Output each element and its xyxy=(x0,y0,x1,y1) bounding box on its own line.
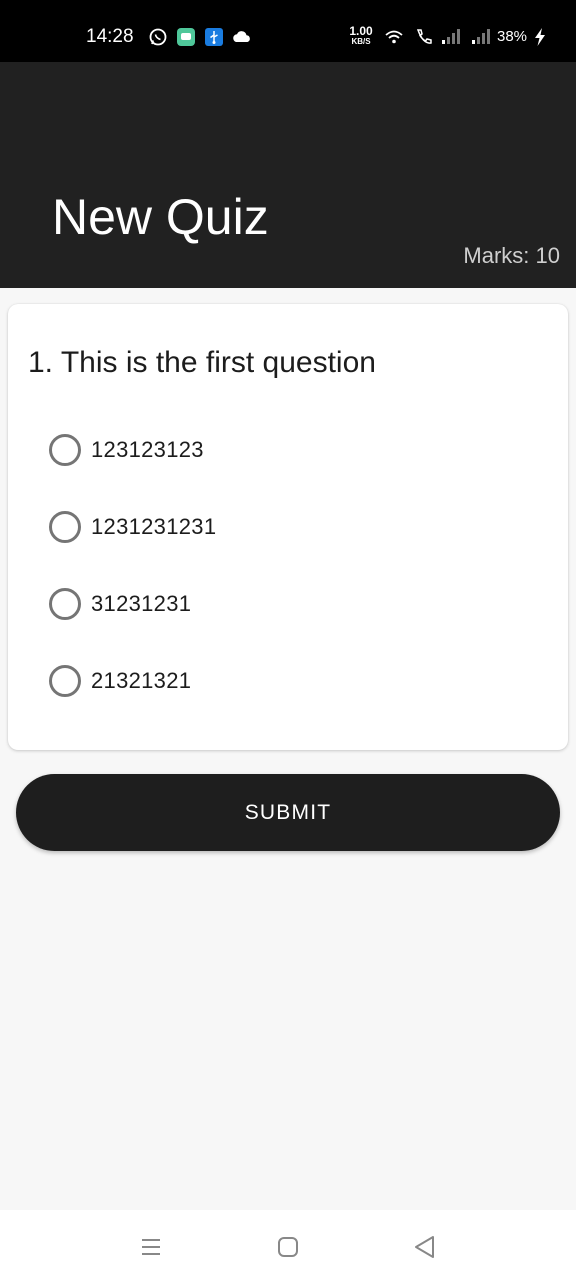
option-label: 21321321 xyxy=(91,668,192,693)
network-speed-value: 1.00 xyxy=(349,24,373,38)
network-speed-unit: KB/S xyxy=(351,37,371,46)
answer-option-2[interactable]: 1231231231 xyxy=(49,507,529,547)
option-label: 1231231231 xyxy=(91,514,217,539)
app-bar: New Quiz Marks: 10 xyxy=(0,62,576,288)
marks-label: Marks: 10 xyxy=(463,243,560,268)
option-label: 123123123 xyxy=(91,437,204,462)
radio-button[interactable] xyxy=(49,434,81,466)
home-icon[interactable] xyxy=(273,1232,303,1262)
answer-option-1[interactable]: 123123123 xyxy=(49,430,529,470)
battery-percentage: 38% xyxy=(497,28,528,45)
status-bar: 14:28 1.00 KB/S 38% xyxy=(0,0,576,62)
usb-icon xyxy=(204,27,224,47)
whatsapp-icon xyxy=(148,27,168,47)
network-speed: 1.00 KB/S xyxy=(346,24,376,47)
answer-option-4[interactable]: 21321321 xyxy=(49,661,529,701)
wifi-icon xyxy=(384,27,404,47)
signal-icon xyxy=(470,27,490,47)
recents-icon[interactable] xyxy=(136,1232,166,1262)
charging-icon xyxy=(530,27,550,47)
signal-icon xyxy=(440,27,460,47)
question-card: 1. This is the first question 123123123 … xyxy=(8,304,568,750)
page-title: New Quiz xyxy=(52,189,269,245)
radio-button[interactable] xyxy=(49,511,81,543)
messages-icon xyxy=(176,27,196,47)
radio-button[interactable] xyxy=(49,588,81,620)
question-text: 1. This is the first question xyxy=(28,346,376,379)
status-time: 14:28 xyxy=(86,26,134,47)
option-label: 31231231 xyxy=(91,591,192,616)
navigation-bar xyxy=(0,1210,576,1280)
answer-option-3[interactable]: 31231231 xyxy=(49,584,529,624)
call-icon xyxy=(414,27,434,47)
back-icon[interactable] xyxy=(410,1232,440,1262)
submit-button[interactable]: SUBMIT xyxy=(16,774,560,851)
cloud-icon xyxy=(232,27,252,47)
radio-button[interactable] xyxy=(49,665,81,697)
